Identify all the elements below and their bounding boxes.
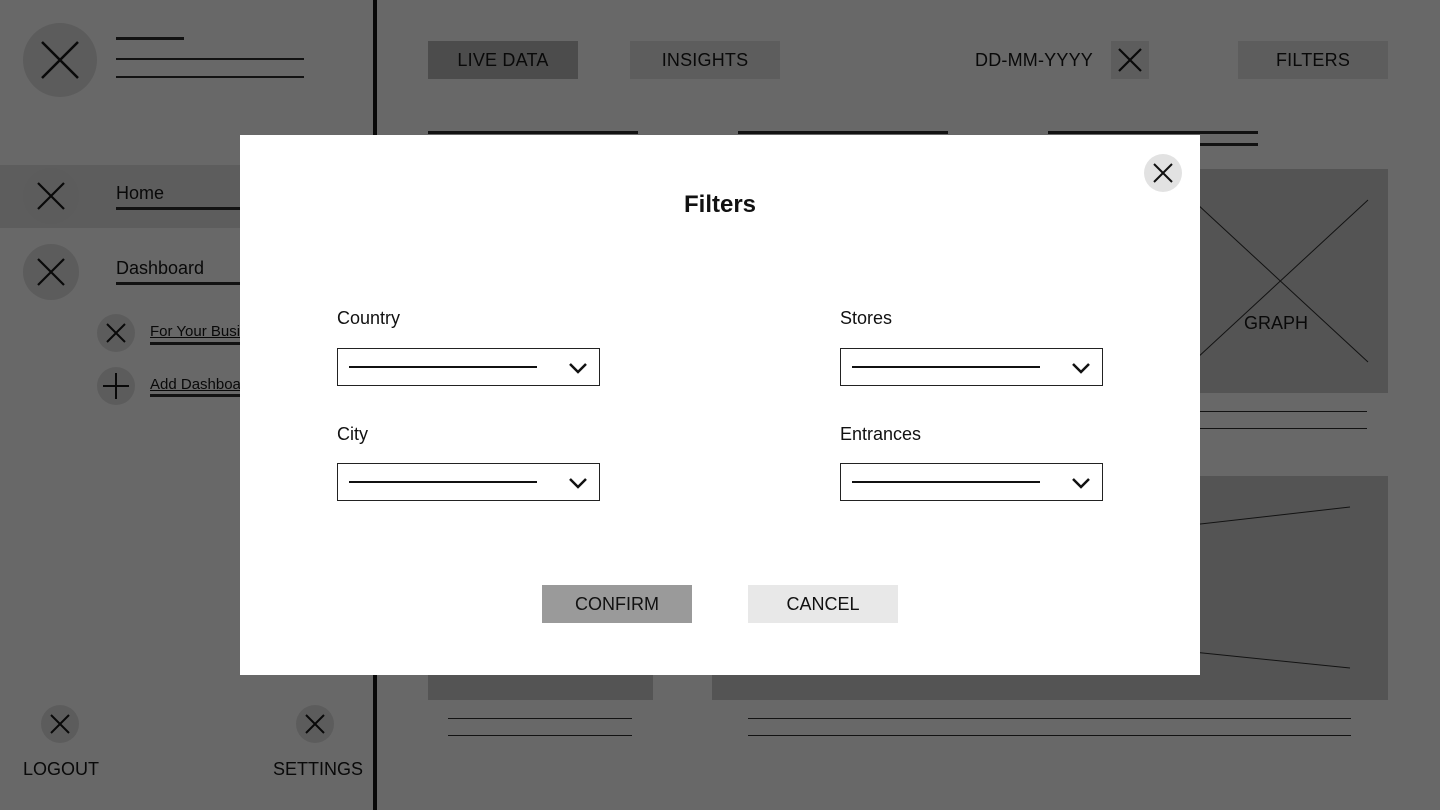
stores-select[interactable] xyxy=(840,348,1103,386)
chevron-down-icon xyxy=(569,363,587,374)
entrances-label: Entrances xyxy=(840,424,922,444)
modal-close-button[interactable] xyxy=(1144,154,1182,192)
country-label: Country xyxy=(337,308,401,328)
filters-modal: Filters Country Stores City Entrances CO… xyxy=(240,135,1200,675)
chevron-down-icon xyxy=(1072,363,1090,374)
cancel-button[interactable]: CANCEL xyxy=(748,585,898,623)
select-placeholder-line xyxy=(349,481,537,483)
chevron-down-icon xyxy=(1072,478,1090,489)
country-select[interactable] xyxy=(337,348,600,386)
stores-label: Stores xyxy=(840,308,893,328)
confirm-button[interactable]: CONFIRM xyxy=(542,585,692,623)
select-placeholder-line xyxy=(852,481,1040,483)
chevron-down-icon xyxy=(569,478,587,489)
select-placeholder-line xyxy=(852,366,1040,368)
entrances-select[interactable] xyxy=(840,463,1103,501)
city-label: City xyxy=(337,424,368,444)
select-placeholder-line xyxy=(349,366,537,368)
close-icon xyxy=(1153,163,1173,183)
modal-title: Filters xyxy=(683,191,757,218)
city-select[interactable] xyxy=(337,463,600,501)
